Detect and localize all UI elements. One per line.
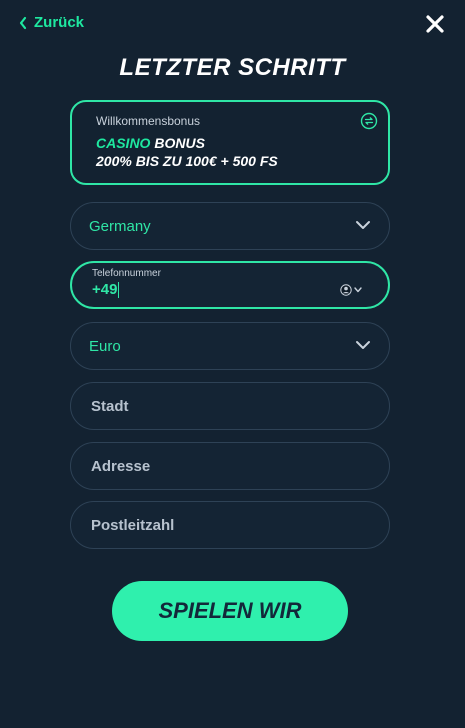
country-select[interactable]: Germany (70, 202, 390, 250)
address-placeholder: Adresse (91, 457, 151, 475)
phone-field[interactable]: Telefonnummer +49 (70, 261, 390, 309)
phone-value: +49 (92, 281, 118, 298)
phone-label: Telefonnummer (92, 268, 161, 279)
phone-input[interactable]: +49 (92, 281, 368, 299)
registration-modal: Zurück LETZTER SCHRITT Willkommensbonus … (0, 0, 465, 728)
zip-field[interactable]: Postleitzahl (70, 501, 390, 549)
bonus-offer: 200% BIS ZU 100€ + 500 FS (96, 153, 278, 169)
bonus-word: BONUS (150, 135, 205, 151)
city-placeholder: Stadt (91, 397, 129, 415)
chevron-left-icon (19, 16, 27, 29)
bonus-label: Willkommensbonus (96, 114, 201, 128)
bonus-card[interactable]: Willkommensbonus CASINO BONUS 200% BIS Z… (70, 100, 390, 185)
currency-select[interactable]: Euro (70, 322, 390, 370)
country-value: Germany (89, 217, 151, 235)
currency-value: Euro (89, 337, 121, 355)
chevron-down-icon (356, 221, 370, 229)
bonus-type: CASINO BONUS (96, 135, 364, 151)
chevron-down-icon (356, 341, 370, 349)
flag-icon[interactable] (340, 284, 364, 296)
bonus-accent-word: CASINO (96, 135, 151, 151)
swap-icon[interactable] (360, 112, 378, 130)
text-caret (118, 282, 120, 299)
zip-placeholder: Postleitzahl (91, 516, 175, 534)
play-button[interactable]: SPIELEN WIR (112, 581, 348, 641)
back-label: Zurück (34, 14, 85, 31)
address-field[interactable]: Adresse (70, 442, 390, 490)
back-button[interactable]: Zurück (18, 14, 84, 31)
page-title: LETZTER SCHRITT (119, 54, 346, 81)
city-field[interactable]: Stadt (70, 382, 390, 430)
close-icon[interactable] (425, 14, 445, 34)
